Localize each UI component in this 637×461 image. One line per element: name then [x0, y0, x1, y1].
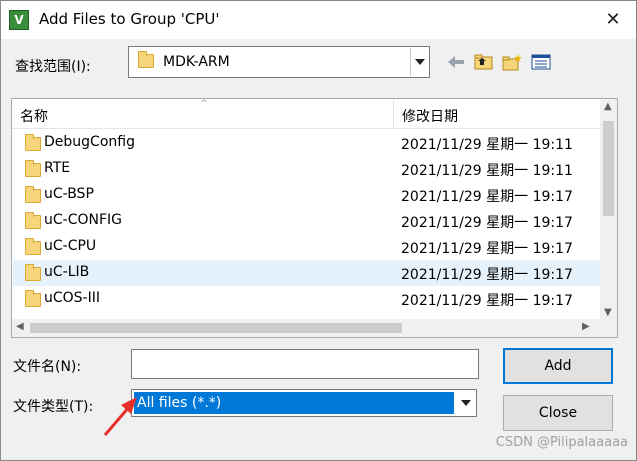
- back-arrow-icon[interactable]: [445, 53, 467, 71]
- list-item[interactable]: uC-CPU 2021/11/29 星期一 19:17: [13, 234, 601, 260]
- folder-icon: [138, 51, 154, 68]
- file-list[interactable]: ^ 名称 修改日期 DebugConfig 2021/11/29 星期一 19:…: [11, 98, 618, 338]
- list-header: ^ 名称 修改日期: [12, 99, 601, 129]
- lookin-label: 查找范围(I):: [15, 59, 91, 75]
- column-separator[interactable]: [393, 99, 394, 129]
- sort-caret-icon: ^: [200, 99, 208, 109]
- filetype-dropdown-button[interactable]: [457, 391, 475, 415]
- horizontal-scrollbar[interactable]: ◀ ▶: [12, 319, 617, 337]
- horizontal-scroll-thumb[interactable]: [30, 323, 402, 333]
- scroll-right-icon[interactable]: ▶: [582, 321, 590, 332]
- new-folder-icon[interactable]: [501, 53, 523, 71]
- folder-icon: [25, 238, 41, 255]
- item-name: uC-LIB: [44, 264, 90, 280]
- folder-icon: [25, 212, 41, 229]
- scroll-left-icon[interactable]: ◀: [16, 321, 24, 332]
- item-name: uC-CPU: [44, 238, 97, 254]
- filetype-value: All files (*.*): [134, 392, 454, 414]
- lookin-value: MDK-ARM: [163, 54, 230, 70]
- folder-icon: [25, 264, 41, 281]
- close-button[interactable]: Close: [503, 395, 613, 431]
- list-item-selected[interactable]: uC-LIB 2021/11/29 星期一 19:17: [13, 260, 601, 286]
- item-date: 2021/11/29 星期一 19:17: [401, 189, 573, 205]
- vertical-scrollbar[interactable]: ▲ ▼: [600, 99, 617, 320]
- item-name: uC-BSP: [44, 186, 94, 202]
- vertical-scroll-thumb[interactable]: [603, 121, 614, 216]
- item-date: 2021/11/29 星期一 19:17: [401, 241, 573, 257]
- up-folder-icon[interactable]: [473, 53, 495, 71]
- column-header-date[interactable]: 修改日期: [402, 106, 458, 126]
- list-item[interactable]: uC-BSP 2021/11/29 星期一 19:17: [13, 182, 601, 208]
- scroll-up-icon[interactable]: ▲: [604, 101, 612, 112]
- item-date: 2021/11/29 星期一 19:11: [401, 137, 573, 153]
- lookin-dropdown[interactable]: MDK-ARM: [128, 46, 430, 78]
- add-button[interactable]: Add: [503, 348, 613, 384]
- filetype-dropdown[interactable]: All files (*.*): [131, 389, 477, 417]
- list-item[interactable]: uC-CONFIG 2021/11/29 星期一 19:17: [13, 208, 601, 234]
- annotation-arrow-icon: [103, 397, 137, 436]
- add-files-dialog: V Add Files to Group 'CPU' ✕ 查找范围(I): MD…: [0, 0, 637, 461]
- item-name: uCOS-III: [44, 290, 100, 306]
- folder-icon: [25, 186, 41, 203]
- close-icon[interactable]: ✕: [598, 5, 628, 35]
- scroll-down-icon[interactable]: ▼: [604, 307, 612, 318]
- list-item[interactable]: uCOS-III 2021/11/29 星期一 19:17: [13, 286, 601, 312]
- keil-app-icon: V: [9, 10, 29, 30]
- filetype-label: 文件类型(T):: [13, 399, 94, 415]
- item-date: 2021/11/29 星期一 19:17: [401, 267, 573, 283]
- item-date: 2021/11/29 星期一 19:11: [401, 163, 573, 179]
- view-menu-icon[interactable]: [531, 53, 553, 71]
- lookin-dropdown-button[interactable]: [410, 48, 428, 76]
- watermark: CSDN @Pilipalaaaaa: [495, 435, 628, 450]
- column-header-name[interactable]: 名称: [20, 106, 48, 126]
- item-date: 2021/11/29 星期一 19:17: [401, 293, 573, 309]
- filename-input[interactable]: [131, 349, 479, 379]
- item-name: DebugConfig: [44, 134, 135, 150]
- folder-icon: [25, 290, 41, 307]
- folder-icon: [25, 160, 41, 177]
- chevron-down-icon: [415, 59, 425, 65]
- window-title: Add Files to Group 'CPU': [39, 10, 220, 28]
- item-name: RTE: [44, 160, 71, 176]
- folder-icon: [25, 134, 41, 151]
- item-name: uC-CONFIG: [44, 212, 122, 228]
- list-item[interactable]: DebugConfig 2021/11/29 星期一 19:11: [13, 130, 601, 156]
- chevron-down-icon: [461, 400, 471, 406]
- title-bar: V Add Files to Group 'CPU' ✕: [1, 1, 636, 39]
- item-date: 2021/11/29 星期一 19:17: [401, 215, 573, 231]
- filename-label: 文件名(N):: [13, 359, 82, 375]
- list-item[interactable]: RTE 2021/11/29 星期一 19:11: [13, 156, 601, 182]
